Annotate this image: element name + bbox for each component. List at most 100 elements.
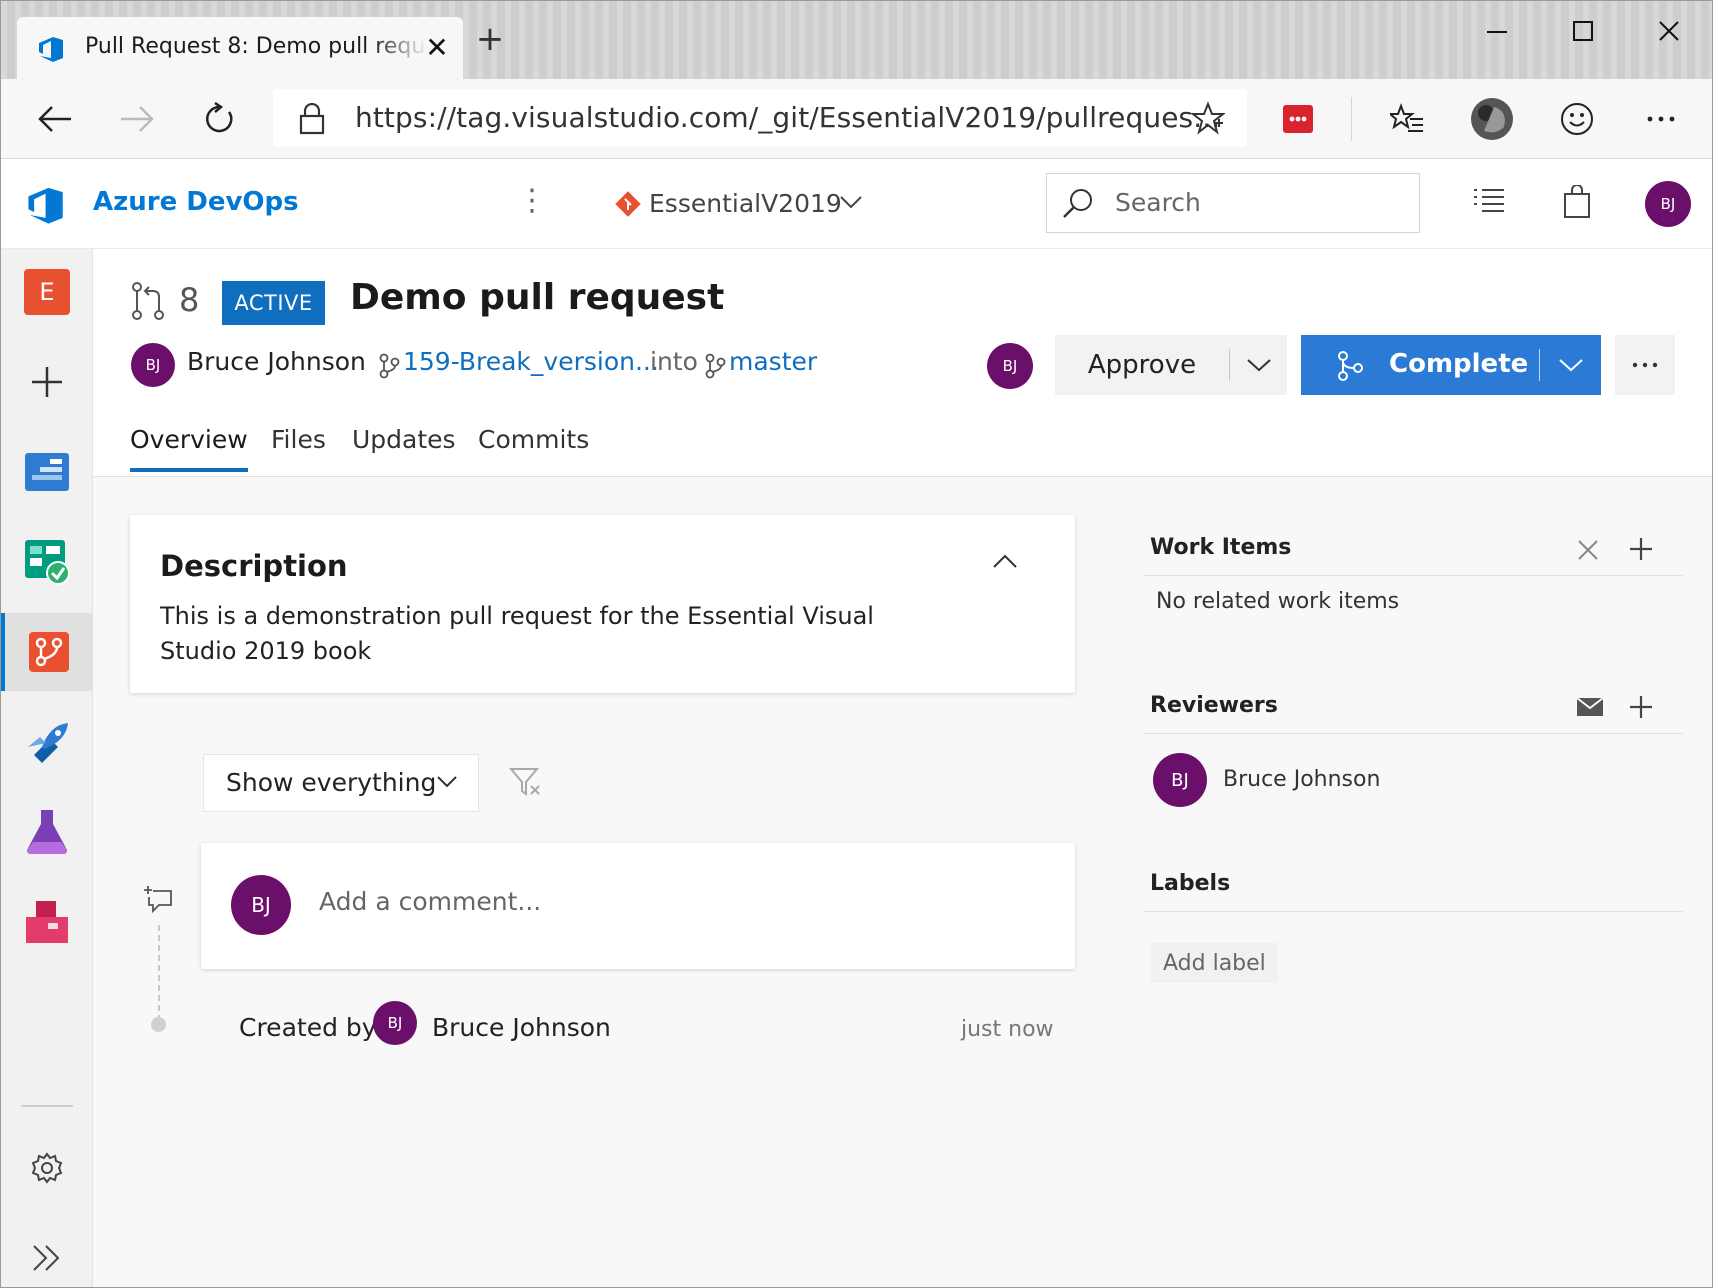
project-name[interactable]: EssentialV2019	[649, 189, 842, 218]
tab-close-icon[interactable]: ✕	[421, 33, 453, 65]
artifacts-icon[interactable]	[1, 883, 93, 961]
description-title: Description	[160, 549, 348, 583]
close-icon[interactable]	[1577, 539, 1599, 561]
test-plans-icon[interactable]	[1, 793, 93, 871]
activity-filter-dropdown[interactable]: Show everything	[203, 754, 479, 812]
chevron-down-icon[interactable]	[839, 195, 863, 209]
pr-title[interactable]: Demo pull request	[350, 277, 724, 318]
target-branch-icon	[705, 353, 726, 379]
org-initial: E	[24, 269, 70, 315]
tab-updates[interactable]: Updates	[352, 425, 456, 468]
refresh-icon[interactable]	[197, 97, 241, 141]
created-by-label: Created by	[239, 1013, 377, 1042]
add-comment-icon	[144, 886, 172, 913]
tab-overview[interactable]: Overview	[130, 425, 248, 472]
email-icon[interactable]	[1576, 697, 1604, 717]
chevron-down-icon	[437, 776, 457, 788]
chevron-up-icon[interactable]	[992, 553, 1018, 569]
creator-name[interactable]: Bruce Johnson	[432, 1013, 611, 1042]
comment-author-avatar: BJ	[231, 875, 291, 935]
author-name[interactable]: Bruce Johnson	[187, 347, 366, 376]
description-card: Description This is a demonstration pull…	[130, 515, 1075, 693]
creator-avatar[interactable]: BJ	[373, 1001, 417, 1045]
description-body: This is a demonstration pull request for…	[160, 602, 874, 665]
add-reviewer-plus-icon[interactable]	[1629, 695, 1653, 719]
reviewer-avatar[interactable]: BJ	[987, 343, 1033, 389]
reviewer-name[interactable]: Bruce Johnson	[1223, 767, 1380, 792]
lock-icon	[299, 103, 325, 135]
pr-header: 8 ACTIVE Demo pull request BJ Bruce John…	[93, 249, 1712, 477]
source-branch-icon	[379, 353, 400, 379]
org-tile[interactable]: E	[1, 253, 93, 331]
new-item-plus-icon[interactable]	[1, 343, 93, 421]
work-items-list-icon[interactable]	[1473, 185, 1505, 213]
tab-commits[interactable]: Commits	[478, 425, 589, 468]
complete-main-action[interactable]: Complete	[1301, 335, 1539, 395]
feedback-smiley-icon[interactable]	[1555, 97, 1599, 141]
url-text: https://tag.visualstudio.com/_git/Essent…	[355, 101, 1221, 134]
add-work-item-plus-icon[interactable]	[1629, 537, 1653, 561]
pr-number: 8	[179, 281, 200, 319]
favorite-star-icon[interactable]	[1191, 101, 1225, 135]
minimize-icon[interactable]	[1477, 15, 1517, 49]
back-icon[interactable]	[33, 97, 77, 141]
browser-tab[interactable]: Pull Request 8: Demo pull request ✕	[17, 17, 463, 79]
favorites-icon[interactable]	[1385, 97, 1429, 141]
azure-devops-favicon-icon	[39, 37, 63, 62]
boards-icon[interactable]	[1, 523, 93, 601]
project-git-icon	[615, 191, 641, 217]
approve-dropdown-chevron-icon[interactable]	[1230, 335, 1287, 395]
complete-label: Complete	[1389, 349, 1529, 379]
window-close-icon[interactable]	[1649, 15, 1689, 49]
source-branch-link[interactable]: 159-Break_version...	[403, 347, 659, 376]
timeline-dot	[151, 1017, 166, 1032]
work-items-divider	[1143, 575, 1683, 576]
clear-filter-icon[interactable]	[509, 767, 543, 797]
ado-header: Azure DevOps ⋮ EssentialV2019 BJ	[1, 159, 1712, 249]
labels-divider	[1143, 911, 1683, 912]
tab-files[interactable]: Files	[271, 425, 326, 468]
no-work-items-text: No related work items	[1156, 589, 1400, 614]
main-content: 8 ACTIVE Demo pull request BJ Bruce John…	[93, 249, 1712, 1287]
pipelines-icon[interactable]	[1, 703, 93, 781]
maximize-icon[interactable]	[1563, 15, 1603, 49]
activity-filter-label: Show everything	[226, 768, 437, 797]
search-icon	[1063, 189, 1092, 218]
overview-icon[interactable]	[1, 433, 93, 511]
forward-icon[interactable]	[115, 97, 159, 141]
expand-rail-icon[interactable]	[1, 1219, 93, 1287]
address-bar[interactable]: https://tag.visualstudio.com/_git/Essent…	[273, 89, 1247, 147]
repos-icon[interactable]	[1, 613, 93, 691]
pull-request-icon	[132, 282, 164, 320]
rail-divider	[21, 1105, 73, 1107]
reviewers-title: Reviewers	[1150, 693, 1278, 718]
settings-gear-icon[interactable]	[1, 1129, 93, 1207]
approve-button[interactable]: Approve	[1055, 335, 1287, 395]
search-input[interactable]	[1115, 188, 1405, 217]
search-box[interactable]	[1046, 173, 1420, 233]
reviewer-list-avatar[interactable]: BJ	[1153, 753, 1207, 807]
azure-devops-logo-icon[interactable]	[25, 185, 69, 225]
labels-title: Labels	[1150, 871, 1231, 896]
new-tab-icon[interactable]: +	[473, 22, 507, 57]
extension-icon[interactable]	[1276, 97, 1320, 141]
author-avatar[interactable]: BJ	[131, 343, 175, 387]
browser-toolbar: https://tag.visualstudio.com/_git/Essent…	[1, 79, 1712, 159]
toolbar-divider	[1351, 97, 1352, 141]
more-actions-icon[interactable]	[1615, 335, 1675, 395]
left-navigation-rail: E	[1, 249, 93, 1287]
settings-more-icon[interactable]	[1639, 97, 1683, 141]
complete-button[interactable]: Complete	[1301, 335, 1601, 395]
ado-brand[interactable]: Azure DevOps	[93, 187, 299, 217]
tab-strip: Pull Request 8: Demo pull request ✕ +	[1, 1, 1712, 79]
target-branch-link[interactable]: master	[729, 347, 817, 376]
header-more-icon[interactable]: ⋮	[517, 183, 547, 218]
complete-dropdown-chevron-icon[interactable]	[1540, 335, 1601, 395]
add-label-button[interactable]: Add label	[1151, 943, 1278, 983]
user-avatar[interactable]: BJ	[1645, 181, 1691, 227]
work-items-title: Work Items	[1150, 535, 1292, 560]
profile-icon[interactable]	[1470, 97, 1514, 141]
comment-input[interactable]	[319, 887, 1019, 916]
status-badge: ACTIVE	[222, 281, 325, 325]
marketplace-bag-icon[interactable]	[1563, 185, 1591, 219]
